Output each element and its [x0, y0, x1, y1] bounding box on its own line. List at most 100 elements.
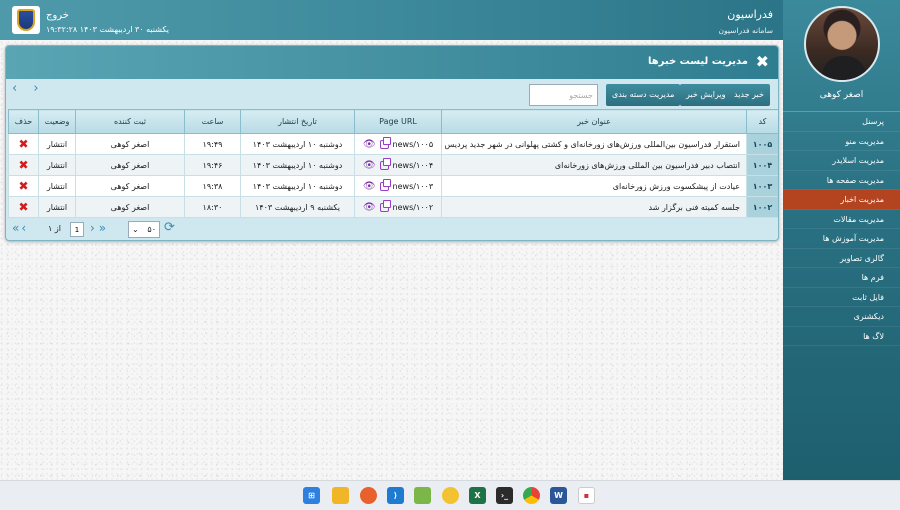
- row-url-cell: 👁 news/۱۰۰۴: [354, 154, 442, 176]
- row-id: ۱۰۰۳: [746, 175, 778, 197]
- col-header-date[interactable]: تاریخ انتشار: [240, 109, 355, 134]
- federation-logo: [12, 6, 40, 34]
- row-status: انتشار: [38, 133, 76, 155]
- manage-categories-button[interactable]: مدیریت دسته بندی: [606, 84, 681, 106]
- table-row[interactable]: ۱۰۰۲ جلسه کمیته فنی برگزار شد 👁 news/۱۰۰…: [8, 196, 778, 218]
- copy-icon[interactable]: [379, 157, 391, 170]
- delete-icon[interactable]: ✖: [18, 200, 28, 214]
- sidebar-menu: پرسنل مدیریت منو مدیریت اسلایدر مدیریت ص…: [783, 112, 900, 346]
- user-name: اصغر کوهی: [819, 90, 864, 100]
- sidebar-item-pages[interactable]: مدیریت صفحه ها: [783, 171, 900, 190]
- top-header: فدراسیون سامانه فدراسیون خروج یکشنبه ۳۰ …: [0, 0, 783, 40]
- copy-icon[interactable]: [379, 136, 391, 149]
- row-date: یکشنبه ۹ اردیبهشت ۱۴۰۳: [240, 196, 355, 218]
- row-delete-cell: ✖: [8, 133, 39, 155]
- toolbar: ‹ › مدیریت دسته بندی ویرایش خبر خبر جدید: [6, 79, 778, 107]
- news-list-panel: ✖ مدیریت لیست خبرها ‹ › مدیریت دسته بندی…: [5, 45, 779, 241]
- chrome-icon[interactable]: [523, 487, 540, 504]
- table-row[interactable]: ۱۰۰۳ عیادت از پیشکسوت ورزش زورخانه‌ای 👁 …: [8, 175, 778, 197]
- search-input[interactable]: [529, 84, 598, 106]
- exit-link[interactable]: خروج: [46, 10, 69, 21]
- row-title: استقرار فدراسیون بین‌المللی ورزش‌های زور…: [441, 133, 747, 155]
- close-icon[interactable]: ✖: [756, 52, 769, 72]
- row-url-cell: 👁 news/۱۰۰۵: [354, 133, 442, 155]
- toolbar-nav-arrows[interactable]: ‹ ›: [12, 81, 45, 96]
- pager-of-text: از ۱: [48, 224, 61, 233]
- windows-start-icon[interactable]: ⊞: [303, 487, 320, 504]
- col-header-url[interactable]: Page URL: [354, 109, 442, 134]
- sidebar-item-gallery[interactable]: گالری تصاویر: [783, 249, 900, 268]
- page-number-input[interactable]: [70, 222, 84, 237]
- table-header-row: کد عنوان خبر Page URL تاریخ انتشار ساعت …: [8, 109, 778, 134]
- sidebar-item-slider[interactable]: مدیریت اسلایدر: [783, 151, 900, 171]
- eye-icon[interactable]: 👁: [363, 181, 376, 192]
- row-url-cell: 👁 news/۱۰۰۲: [354, 196, 442, 218]
- row-title: انتصاب دبیر فدراسیون بین المللی ورزش‌های…: [441, 154, 747, 176]
- col-header-title[interactable]: عنوان خبر: [441, 109, 747, 134]
- eye-icon[interactable]: 👁: [363, 202, 376, 213]
- row-url: news/۱۰۰۳: [392, 181, 434, 191]
- word-icon[interactable]: W: [550, 487, 567, 504]
- terminal-icon[interactable]: ›_: [496, 487, 513, 504]
- sidebar-item-menu[interactable]: مدیریت منو: [783, 132, 900, 151]
- sidebar-item-forms[interactable]: فرم ها: [783, 268, 900, 288]
- avatar: [804, 6, 880, 82]
- row-status: انتشار: [38, 154, 76, 176]
- taskbar: ⊞ ⟩ X ›_ W ▪: [0, 480, 900, 510]
- row-title: عیادت از پیشکسوت ورزش زورخانه‌ای: [441, 175, 747, 197]
- sidebar-item-logs[interactable]: لاگ ها: [783, 327, 900, 346]
- sidebar-item-staff[interactable]: پرسنل: [783, 112, 900, 132]
- news-table: کد عنوان خبر Page URL تاریخ انتشار ساعت …: [8, 109, 778, 218]
- col-header-delete[interactable]: حذف: [8, 109, 39, 134]
- col-header-time[interactable]: ساعت: [184, 109, 241, 134]
- eye-icon[interactable]: 👁: [363, 160, 376, 171]
- notepadpp-icon[interactable]: [414, 487, 431, 504]
- sidebar-item-articles[interactable]: مدیریت مقالات: [783, 210, 900, 229]
- eye-icon[interactable]: 👁: [363, 139, 376, 150]
- panel-header: ✖ مدیریت لیست خبرها: [6, 46, 778, 79]
- sidebar-item-tutorials[interactable]: مدیریت آموزش ها: [783, 229, 900, 249]
- col-header-author[interactable]: ثبت کننده: [75, 109, 185, 134]
- sidebar: اصغر کوهی پرسنل مدیریت منو مدیریت اسلاید…: [783, 0, 900, 480]
- table-row[interactable]: ۱۰۰۴ انتصاب دبیر فدراسیون بین المللی ورز…: [8, 154, 778, 176]
- row-title: جلسه کمیته فنی برگزار شد: [441, 196, 747, 218]
- table-row[interactable]: ۱۰۰۵ استقرار فدراسیون بین‌المللی ورزش‌ها…: [8, 133, 778, 155]
- app-yellow-icon[interactable]: [442, 487, 459, 504]
- col-header-status[interactable]: وضعیت: [38, 109, 76, 134]
- pager: «‹ از ۱ ›» ⌄ ۵۰ ⟳: [8, 219, 778, 240]
- sidebar-item-dictionary[interactable]: دیکشنری: [783, 307, 900, 327]
- row-time: ۱۹:۴۹: [184, 133, 241, 155]
- row-time: ۱۹:۴۶: [184, 154, 241, 176]
- row-id: ۱۰۰۴: [746, 154, 778, 176]
- edit-news-button[interactable]: ویرایش خبر: [680, 84, 732, 106]
- delete-icon[interactable]: ✖: [18, 158, 28, 172]
- row-status: انتشار: [38, 175, 76, 197]
- chevron-down-icon: ⌄: [132, 225, 139, 234]
- new-news-button[interactable]: خبر جدید: [728, 84, 770, 106]
- delete-icon[interactable]: ✖: [18, 137, 28, 151]
- row-delete-cell: ✖: [8, 196, 39, 218]
- sidebar-item-static-files[interactable]: فایل ثابت: [783, 288, 900, 307]
- row-id: ۱۰۰۲: [746, 196, 778, 218]
- copy-icon[interactable]: [379, 199, 391, 212]
- row-time: ۱۹:۳۸: [184, 175, 241, 197]
- vscode-icon[interactable]: ⟩: [387, 487, 404, 504]
- panel-title: مدیریت لیست خبرها: [647, 56, 748, 67]
- current-datetime: یکشنبه ۳۰ اردیبهشت ۱۴۰۳ ۱۹:۳۲:۲۸: [46, 25, 170, 34]
- refresh-icon[interactable]: ⟳: [164, 220, 175, 235]
- firefox-icon[interactable]: [360, 487, 377, 504]
- pager-next-last[interactable]: ›»: [90, 221, 110, 235]
- pager-first-prev[interactable]: «‹: [12, 221, 28, 235]
- app-red-icon[interactable]: ▪: [578, 487, 595, 504]
- sidebar-item-news[interactable]: مدیریت اخبار: [783, 190, 900, 210]
- file-explorer-icon[interactable]: [332, 487, 349, 504]
- delete-icon[interactable]: ✖: [18, 179, 28, 193]
- row-date: دوشنبه ۱۰ اردیبهشت ۱۴۰۳: [240, 133, 355, 155]
- excel-icon[interactable]: X: [469, 487, 486, 504]
- row-author: اصغر کوهی: [75, 154, 185, 176]
- col-header-id[interactable]: کد: [746, 109, 778, 134]
- copy-icon[interactable]: [379, 178, 391, 191]
- row-id: ۱۰۰۵: [746, 133, 778, 155]
- page-size-select[interactable]: ⌄ ۵۰: [128, 221, 160, 238]
- app-subtitle: سامانه فدراسیون: [718, 26, 773, 35]
